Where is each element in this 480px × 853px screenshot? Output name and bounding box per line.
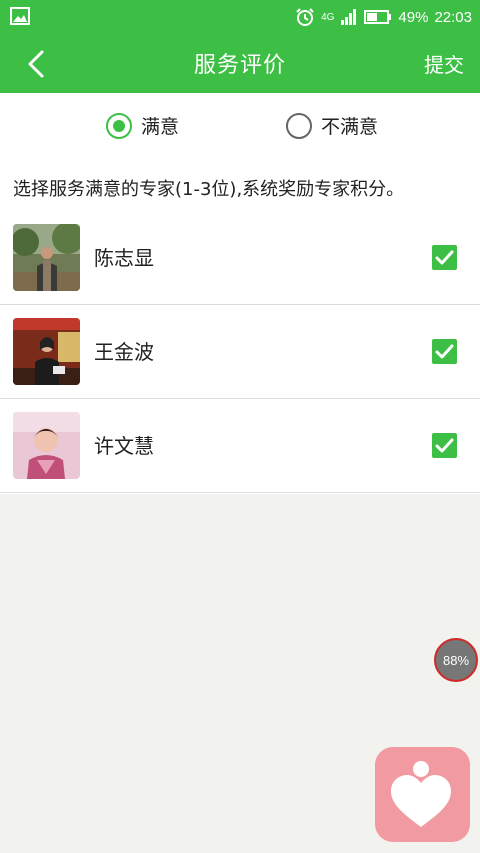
battery-icon <box>364 10 392 24</box>
battery-level: 49% <box>398 8 429 26</box>
floating-memory-badge[interactable]: 88% <box>434 638 478 682</box>
expert-checkbox[interactable] <box>432 433 457 458</box>
checkmark-icon <box>435 344 454 359</box>
expert-row[interactable]: 许文慧 <box>0 399 480 493</box>
checkmark-icon <box>435 250 454 265</box>
gallery-icon <box>10 7 30 25</box>
radio-label-satisfied: 满意 <box>141 116 180 138</box>
avatar <box>13 318 80 385</box>
expert-name: 陈志显 <box>94 246 154 270</box>
heart-floating-button[interactable] <box>375 747 470 842</box>
status-bar: 4G 49% 22:03 <box>0 0 480 34</box>
expert-row[interactable]: 王金波 <box>0 305 480 399</box>
radio-unsatisfied[interactable]: 不满意 <box>286 112 378 139</box>
expert-name: 许文慧 <box>94 434 154 458</box>
expert-name: 王金波 <box>94 340 154 364</box>
checkmark-icon <box>435 438 454 453</box>
rating-options: 满意 不满意 <box>0 93 480 159</box>
clock: 22:03 <box>434 8 472 26</box>
avatar <box>13 412 80 479</box>
evaluation-panel: 满意 不满意 选择服务满意的专家(1-3位),系统奖励专家积分。 陈志显 王金波… <box>0 93 480 494</box>
alarm-icon <box>296 8 314 26</box>
page-title: 服务评价 <box>193 53 286 78</box>
expert-checkbox[interactable] <box>432 245 457 270</box>
radio-selected-indicator <box>106 112 132 139</box>
radio-label-unsatisfied: 不满意 <box>321 116 379 138</box>
expert-row[interactable]: 陈志显 <box>0 211 480 305</box>
avatar <box>13 224 80 291</box>
radio-satisfied[interactable]: 满意 <box>106 112 179 139</box>
expert-checkbox[interactable] <box>432 339 457 364</box>
heart-person-icon <box>391 761 451 827</box>
radio-unselected-indicator <box>286 112 312 139</box>
nav-bar: 服务评价 提交 <box>0 34 480 93</box>
network-type: 4G <box>321 11 335 23</box>
instruction-text: 选择服务满意的专家(1-3位),系统奖励专家积分。 <box>13 179 405 200</box>
signal-icon <box>341 9 357 25</box>
submit-button[interactable]: 提交 <box>424 49 464 78</box>
top-bar: 4G 49% 22:03 服务评价 提交 <box>0 0 480 93</box>
